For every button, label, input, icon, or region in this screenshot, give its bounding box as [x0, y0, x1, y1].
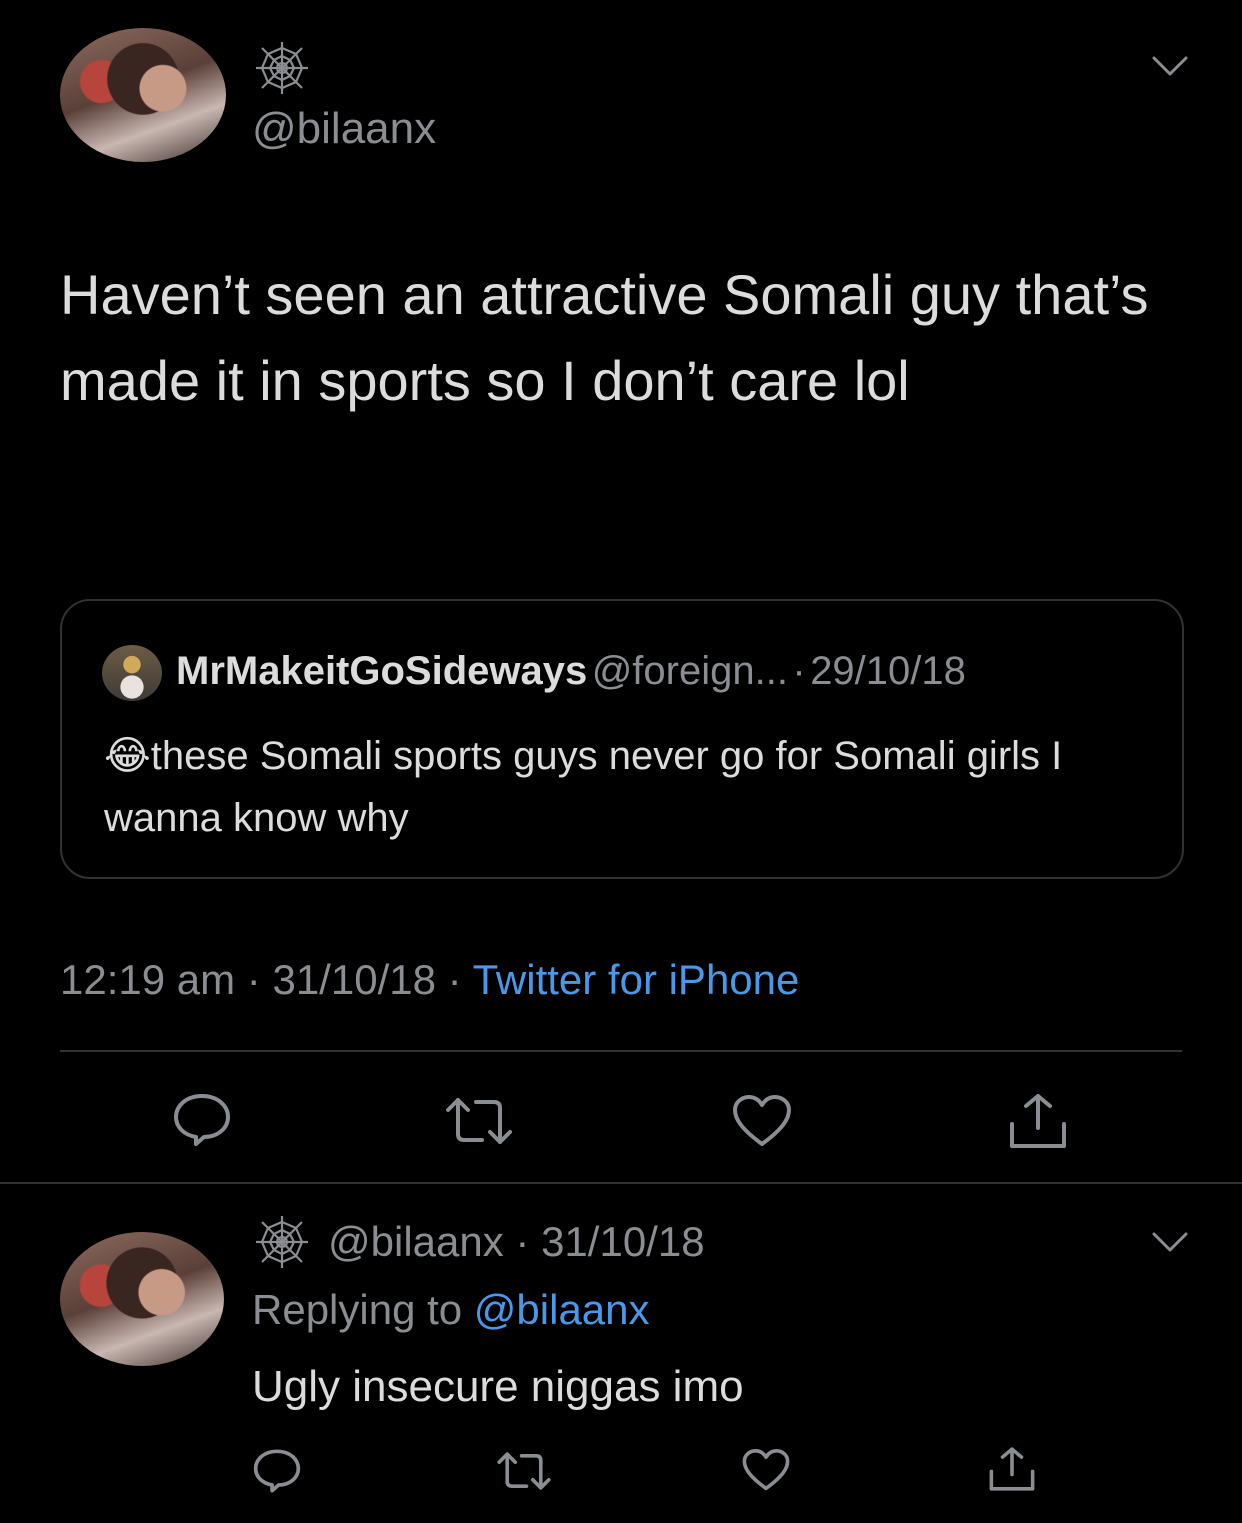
tweet-meta: 12:19 am · 31/10/18 · Twitter for iPhone — [60, 956, 799, 1004]
meta-separator: · — [447, 956, 462, 1003]
replying-to: Replying to @bilaanx — [252, 1286, 650, 1334]
author-handle[interactable]: @bilaanx — [252, 104, 436, 154]
replying-to-label: Replying to — [252, 1286, 463, 1333]
tweet-text: Haven’t seen an attractive Somali guy th… — [60, 263, 1149, 412]
reply-header: @bilaanx · 31/10/18 — [328, 1218, 705, 1266]
tears-of-joy-emoji-icon: 😂 — [104, 734, 151, 778]
quoted-date: 29/10/18 — [810, 649, 966, 693]
share-icon[interactable] — [1008, 1092, 1068, 1150]
reply-tweet-text: Ugly insecure niggas imo — [252, 1362, 744, 1411]
quoted-text: these Somali sports guys never go for So… — [104, 734, 1063, 840]
spider-web-icon — [254, 1214, 310, 1270]
avatar[interactable] — [60, 1232, 224, 1366]
chevron-down-icon[interactable] — [1150, 1230, 1190, 1254]
reply-author-handle[interactable]: @bilaanx — [328, 1218, 504, 1265]
tweet-source-link[interactable]: Twitter for iPhone — [473, 956, 800, 1003]
meta-separator: · — [515, 1218, 530, 1265]
chevron-down-icon[interactable] — [1150, 54, 1190, 78]
retweet-icon[interactable] — [496, 1452, 552, 1490]
reply-date: 31/10/18 — [541, 1218, 705, 1265]
like-icon[interactable] — [742, 1448, 790, 1492]
tweet-date: 31/10/18 — [272, 956, 436, 1003]
meta-separator: · — [792, 649, 806, 693]
share-icon[interactable] — [988, 1446, 1036, 1492]
quoted-author-name: MrMakeitGoSideways — [176, 649, 588, 693]
meta-separator: · — [246, 956, 261, 1003]
reply-icon[interactable] — [172, 1092, 232, 1148]
like-icon[interactable] — [732, 1094, 792, 1148]
divider — [0, 1182, 1242, 1184]
retweet-icon[interactable] — [444, 1098, 514, 1144]
tweet-time: 12:19 am — [60, 956, 236, 1003]
reply-icon[interactable] — [252, 1448, 302, 1494]
replying-to-handle-link[interactable]: @bilaanx — [474, 1286, 650, 1333]
divider — [60, 1050, 1182, 1052]
quoted-avatar — [102, 645, 162, 701]
quoted-tweet-card[interactable]: MrMakeitGoSideways @foreign... · 29/10/1… — [60, 599, 1184, 879]
quoted-tweet-text: 😂these Somali sports guys never go for S… — [104, 725, 1144, 849]
avatar[interactable] — [60, 28, 226, 162]
quoted-author-handle: @foreign... — [591, 649, 788, 693]
spider-web-icon — [254, 40, 310, 96]
